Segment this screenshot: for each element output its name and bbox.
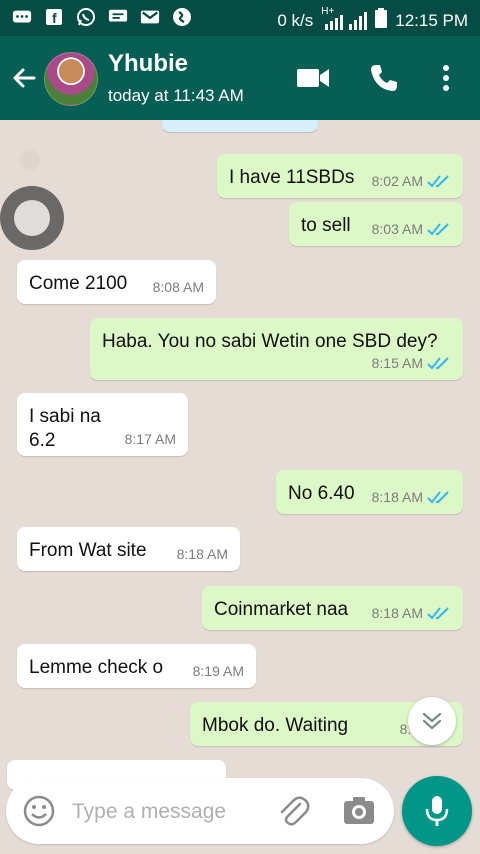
svg-text:f: f [52,10,57,26]
message-bubble-outgoing[interactable]: No 6.40 8:18 AM [276,470,463,514]
message-bubble-outgoing[interactable]: Haba. You no sabi Wetin one SBD dey? 8:1… [90,318,463,380]
message-time: 8:18 AM [371,489,423,505]
message-list[interactable]: I have 11SBDs 8:02 AM to sell 8:03 AM Co… [0,120,480,854]
message-meta: 8:18 AM [372,489,451,505]
message-bubble-outgoing[interactable]: Coinmarket naa 8:18 AM [202,586,463,630]
net-speed: 0 k/s [277,10,314,30]
message-time: 8:17 AM [124,431,176,447]
message-meta: 8:18 AM [177,546,228,562]
message-meta: 8:18 AM [372,605,451,621]
message-text: Mbok do. Waiting [202,715,349,736]
message-time: 8:08 AM [152,279,204,295]
gmail-icon [140,7,160,27]
voice-record-button[interactable] [402,776,472,846]
date-chip-partial [162,120,318,132]
read-receipt-icon [427,357,449,370]
message-time: 8:18 AM [371,605,423,621]
emoji-icon[interactable] [22,794,56,828]
message-text: Lemme check o [29,657,164,678]
message-bubble-outgoing[interactable]: I have 11SBDs 8:02 AM [217,154,463,198]
contact-avatar[interactable] [44,52,98,106]
message-time: 8:02 AM [371,173,423,189]
read-receipt-icon [427,223,449,236]
microphone-icon [425,796,449,826]
message-time: 8:03 AM [371,221,423,237]
status-bar: f 0 k/s H+ 12:15 PM [0,0,480,36]
message-meta: 8:03 AM [372,221,451,237]
message-meta: 8:02 AM [372,173,451,189]
message-text: Haba. You no sabi Wetin one SBD dey? [102,331,438,352]
message-text: Coinmarket naa [214,599,349,620]
message-input[interactable]: Type a message [72,800,226,824]
more-options-button[interactable] [428,60,464,96]
read-receipt-icon [427,175,449,188]
message-composer: Type a message [6,778,394,844]
message-bubble-incoming[interactable]: Come 2100 8:08 AM [17,260,216,304]
message-text: No 6.40 [288,483,355,504]
kebab-menu-icon [443,65,449,91]
message-meta: 8:17 AM [125,431,176,447]
back-arrow-icon[interactable] [8,62,40,94]
read-receipt-icon [427,491,449,504]
notification-icons: f [12,7,192,27]
message-text: I sabi na 6.2 [29,406,101,451]
attachment-icon[interactable] [276,792,310,830]
facebook-icon: f [44,7,64,27]
message-meta: 8:08 AM [153,279,204,295]
phone-icon [371,65,397,91]
message-bubble-incoming[interactable]: Lemme check o 8:19 AM [17,644,256,688]
double-chevron-down-icon [422,712,442,730]
message-meta: 8:19 AM [193,663,244,679]
contact-name[interactable]: Yhubie [108,50,188,78]
whatsapp-icon [76,7,96,27]
message-bubble-incoming[interactable]: I sabi na 6.2 8:17 AM [17,393,188,456]
message-text: Come 2100 [29,273,128,294]
chat-header: Yhubie today at 11:43 AM [0,36,480,120]
message-text: From Wat site [29,540,147,561]
message-time: 8:15 AM [371,355,423,371]
read-receipt-icon [427,607,449,620]
floating-assistive-touch[interactable] [0,186,64,250]
steemit-icon [172,7,192,27]
message-bubble-incoming[interactable]: From Wat site 8:18 AM [17,527,240,571]
message-text: I have 11SBDs [229,167,355,188]
scroll-to-bottom-button[interactable] [408,697,456,745]
system-status: 0 k/s H+ 12:15 PM [277,6,468,33]
battery-icon [375,8,388,33]
message-time: 8:19 AM [192,663,244,679]
video-call-button[interactable] [295,60,331,96]
camera-icon[interactable] [342,796,376,826]
clock: 12:15 PM [395,10,468,30]
message-time: 8:18 AM [176,546,228,562]
video-camera-icon [297,69,329,87]
chat-notification-icon [12,7,32,27]
voice-call-button[interactable] [366,60,402,96]
network-type: H+ [321,5,335,17]
last-seen: today at 11:43 AM [108,86,244,105]
message-icon [108,7,128,27]
signal-icon: H+ [321,6,368,30]
message-bubble-outgoing[interactable]: to sell 8:03 AM [289,202,463,246]
message-meta: 8:15 AM [372,355,451,371]
message-text: to sell [301,215,351,236]
